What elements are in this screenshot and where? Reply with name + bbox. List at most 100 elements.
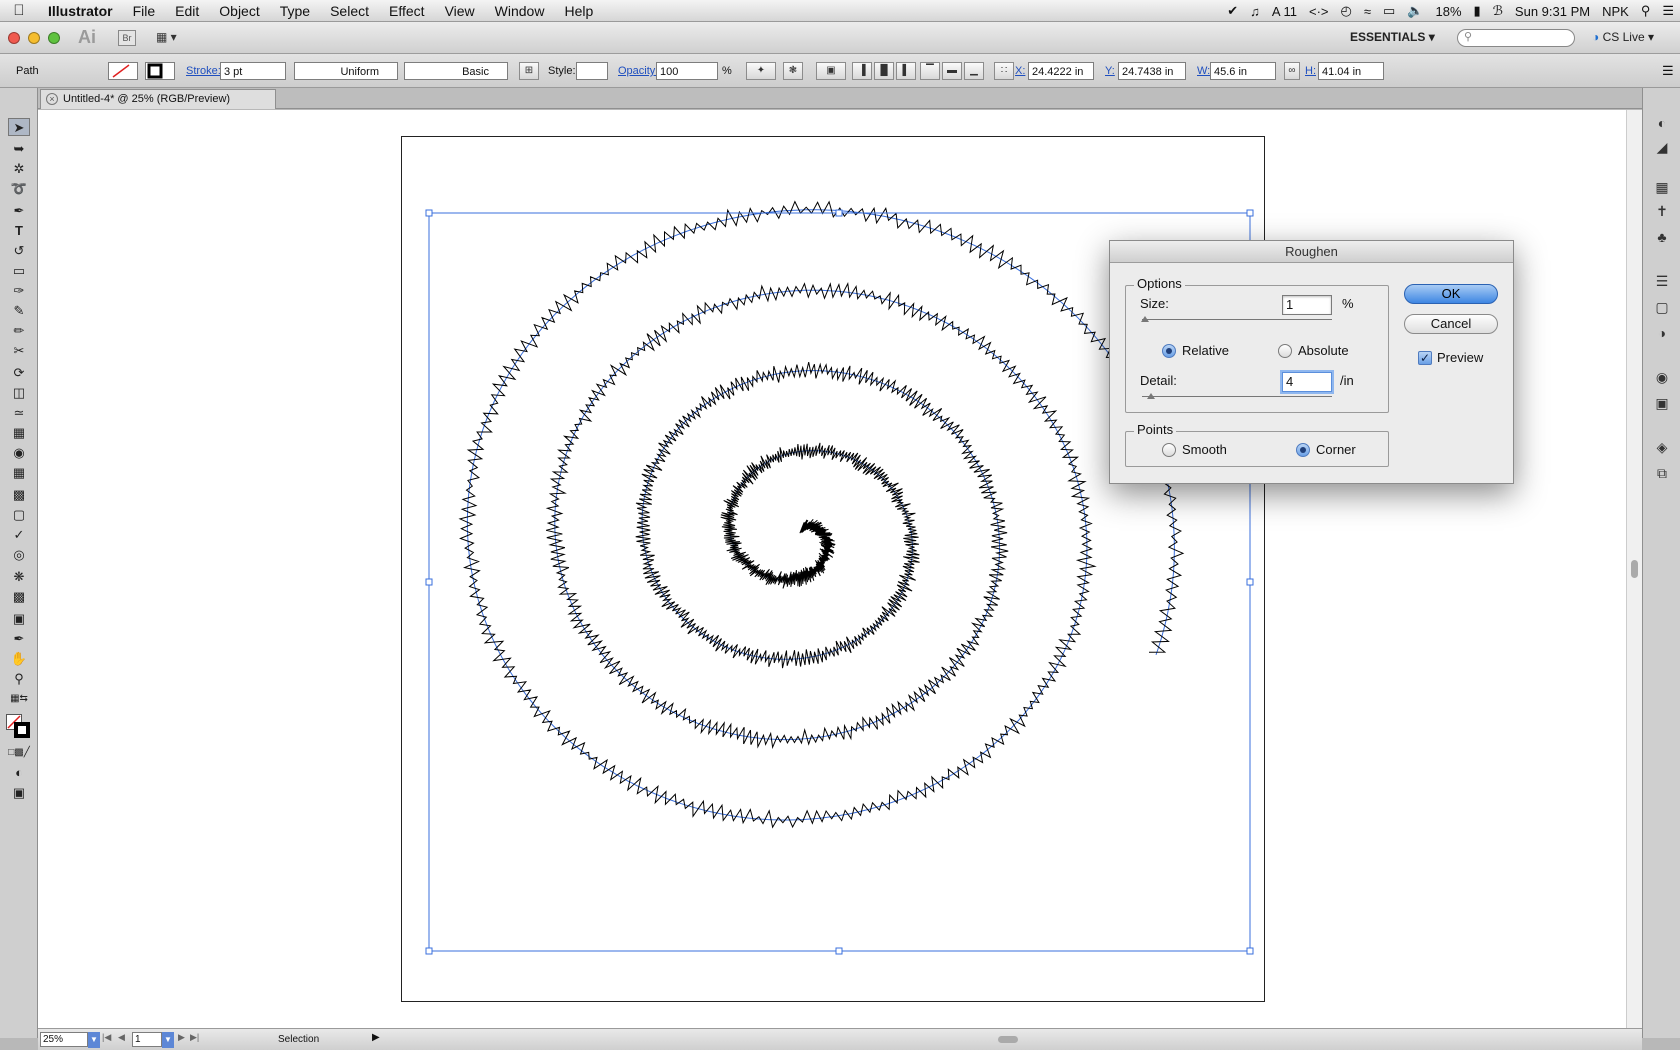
isolation-mode-icon[interactable]: ❃ <box>783 62 803 80</box>
code-icon[interactable]: <·> <box>1309 4 1329 19</box>
detail-slider-track[interactable] <box>1142 396 1332 397</box>
brush-definition-select[interactable]: Basic <box>404 62 508 80</box>
x-label[interactable]: X: <box>1015 62 1025 80</box>
display-icon[interactable]: ▭ <box>1383 3 1395 19</box>
artboard-tool-icon[interactable]: ▣ <box>8 610 30 628</box>
corner-radio[interactable] <box>1296 443 1310 457</box>
horizontal-scroll-thumb[interactable] <box>998 1036 1018 1043</box>
color-mode-icons[interactable]: □▩╱ <box>8 744 30 762</box>
bounding-box-handle[interactable] <box>835 209 843 217</box>
align-bottom-icon[interactable]: ▁ <box>964 62 984 80</box>
status-current-tool[interactable]: Selection <box>278 1033 319 1047</box>
variable-width-profile-select[interactable]: Uniform <box>294 62 398 80</box>
align-vertical-center-icon[interactable]: ▬ <box>942 62 962 80</box>
height-label[interactable]: H: <box>1305 62 1316 80</box>
arrange-documents-button[interactable]: ▦ ▾ <box>156 30 186 46</box>
rectangle-tool-icon[interactable]: ▭ <box>8 262 30 280</box>
volume-icon[interactable]: 🔈 <box>1407 3 1423 19</box>
detail-input[interactable]: 4 <box>1282 372 1332 392</box>
rotate-tool-icon[interactable]: ⟳ <box>8 364 30 382</box>
color-guide-icon[interactable]: ◢ <box>1652 138 1672 156</box>
menu-help[interactable]: Help <box>554 0 603 22</box>
appearance-panel-icon[interactable]: ◉ <box>1652 368 1672 386</box>
bounding-box-handle[interactable] <box>425 947 433 955</box>
column-graph-tool-icon[interactable]: ▩ <box>8 588 30 606</box>
hand-tool-icon[interactable]: ✋ <box>8 650 30 668</box>
menu-view[interactable]: View <box>435 0 485 22</box>
notification-center-icon[interactable]: ☰ <box>1662 3 1674 19</box>
panel-menu-icon[interactable]: ☰ <box>1662 62 1674 80</box>
graphic-styles-panel-icon[interactable]: ▣ <box>1652 394 1672 412</box>
vertical-scroll-thumb[interactable] <box>1631 560 1638 578</box>
gradient-panel-icon[interactable]: ▢ <box>1652 298 1672 316</box>
bounding-box-handle[interactable] <box>1246 209 1254 217</box>
zoom-level-field[interactable]: 25% <box>40 1032 88 1047</box>
minimize-window-button[interactable] <box>28 32 40 44</box>
menu-object[interactable]: Object <box>209 0 269 22</box>
preview-checkbox[interactable]: ✓ <box>1418 351 1432 365</box>
gradient-tool-icon[interactable]: ▢ <box>8 506 30 524</box>
wifi-icon[interactable]: ≈ <box>1364 4 1371 19</box>
artboard-number-field[interactable]: 1 <box>132 1032 162 1047</box>
battery-icon[interactable]: ▮ <box>1474 3 1481 19</box>
help-search-input[interactable]: ⚲ <box>1457 29 1575 47</box>
default-colors-icon[interactable]: ▦⇆ <box>8 690 30 708</box>
absolute-radio[interactable] <box>1278 344 1292 358</box>
cs-live-button[interactable]: ◑ CS Live ▾ <box>1592 30 1654 44</box>
brush-options-icon[interactable]: ⊞ <box>519 62 539 80</box>
size-input[interactable]: 1 <box>1282 295 1332 315</box>
eyedropper-tool-icon[interactable]: ✓ <box>8 526 30 544</box>
x-position-field[interactable]: 24.4222 in <box>1028 62 1094 80</box>
opacity-field[interactable]: 100 <box>656 62 718 80</box>
height-field[interactable]: 41.04 in <box>1318 62 1384 80</box>
direct-selection-tool-icon[interactable]: ➥ <box>8 140 30 158</box>
menu-app-name[interactable]: Illustrator <box>38 0 123 22</box>
user-name[interactable]: NPK <box>1602 4 1629 19</box>
paintbrush-tool-icon[interactable]: ✑ <box>8 282 30 300</box>
mesh-tool-icon[interactable]: ▩ <box>8 486 30 504</box>
width-label[interactable]: W: <box>1197 62 1210 80</box>
pen-tool-icon[interactable]: ✒ <box>8 202 30 220</box>
artboards-panel-icon[interactable]: ⧉ <box>1652 464 1672 482</box>
first-page-icon[interactable]: |◀ <box>102 1032 111 1043</box>
lasso-tool-icon[interactable]: ➰ <box>8 180 30 198</box>
y-position-field[interactable]: 24.7438 in <box>1118 62 1186 80</box>
menu-select[interactable]: Select <box>320 0 379 22</box>
free-transform-tool-icon[interactable]: ▦ <box>8 424 30 442</box>
relative-radio[interactable] <box>1162 344 1176 358</box>
recolor-artwork-icon[interactable]: ✦ <box>746 62 776 80</box>
stroke-panel-icon[interactable]: ☰ <box>1652 272 1672 290</box>
smooth-label[interactable]: Smooth <box>1182 442 1227 457</box>
graphic-style-select[interactable] <box>576 62 608 80</box>
stroke-weight-field[interactable]: 3 pt <box>220 62 286 80</box>
previous-page-icon[interactable]: ◀ <box>118 1032 125 1043</box>
color-panel-icon[interactable]: ◐ <box>1652 114 1672 132</box>
pencil-tool-icon[interactable]: ✎ <box>8 302 30 320</box>
menu-file[interactable]: File <box>123 0 166 22</box>
symbols-panel-icon[interactable]: ♣ <box>1652 228 1672 246</box>
bell-icon[interactable]: ♫ <box>1250 4 1260 19</box>
layers-panel-icon[interactable]: ◈ <box>1652 438 1672 456</box>
spotlight-search-icon[interactable]: ⚲ <box>1641 3 1651 19</box>
perspective-grid-tool-icon[interactable]: ▦ <box>8 464 30 482</box>
stroke-swatch-icon[interactable] <box>14 722 30 738</box>
selection-tool-icon[interactable]: ➤ <box>8 118 30 136</box>
menu-edit[interactable]: Edit <box>165 0 209 22</box>
artboard-dropdown-chevron-icon[interactable]: ▼ <box>162 1032 174 1048</box>
reference-point-icon[interactable]: ∷ <box>994 62 1014 80</box>
document-tab[interactable]: × Untitled-4* @ 25% (RGB/Preview) <box>40 89 276 109</box>
ok-button[interactable]: OK <box>1404 284 1498 304</box>
dialog-title[interactable]: Roughen <box>1110 241 1513 263</box>
checkmark-icon[interactable]: ✔ <box>1227 3 1238 19</box>
align-to-select-icon[interactable]: ▣ <box>816 62 846 80</box>
absolute-label[interactable]: Absolute <box>1298 343 1349 358</box>
size-slider-thumb[interactable] <box>1141 316 1149 322</box>
cancel-button[interactable]: Cancel <box>1404 314 1498 334</box>
relative-label[interactable]: Relative <box>1182 343 1229 358</box>
align-top-icon[interactable]: ▔ <box>920 62 940 80</box>
bridge-button[interactable]: Br <box>118 30 136 46</box>
y-label[interactable]: Y: <box>1105 62 1115 80</box>
stroke-color-swatch[interactable] <box>145 62 175 80</box>
zoom-window-button[interactable] <box>48 32 60 44</box>
apple-menu-icon[interactable]:  <box>0 2 38 19</box>
